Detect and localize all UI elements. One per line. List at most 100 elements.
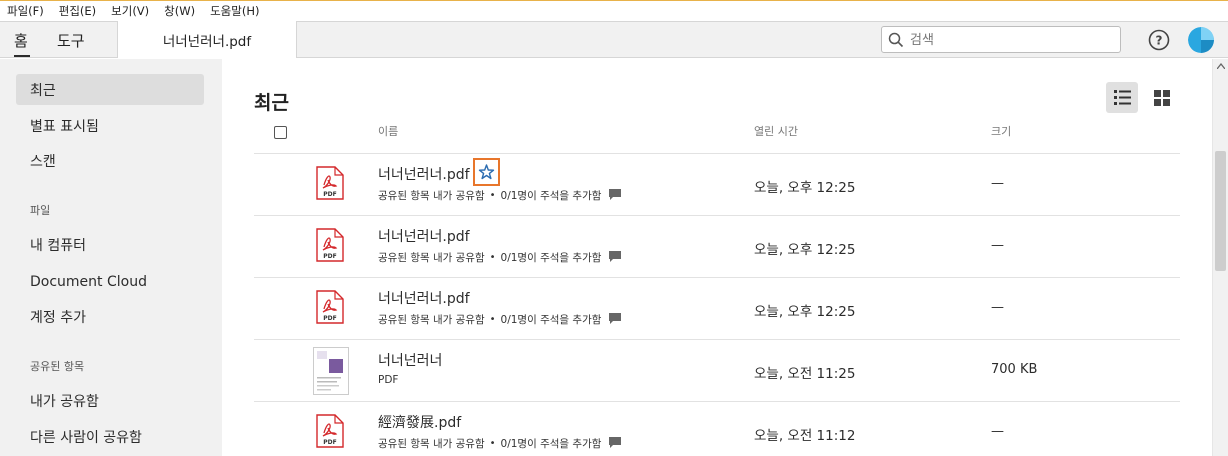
help-icon[interactable]: ? [1148, 29, 1170, 51]
avatar[interactable] [1188, 27, 1214, 53]
sidebar-item-starred[interactable]: 별표 표시됨 [16, 110, 204, 141]
tab-tools[interactable]: 도구 [57, 30, 85, 51]
sidebar-item-label: Document Cloud [30, 273, 147, 290]
pdf-icon: PDF [316, 228, 344, 266]
shared-status: 공유된 항목 내가 공유함 [378, 252, 485, 264]
file-row[interactable]: PDF 너너넌러너.pdf 공유된 항목 내가 공유함 • 0/1명이 주석을 추가함 오… [254, 153, 1180, 215]
file-subtitle: 공유된 항목 내가 공유함 • 0/1명이 주석을 추가함 [378, 436, 622, 451]
tab-bar: 홈 도구 너너넌러너.pdf ? [0, 21, 1228, 58]
file-row[interactable]: 너너넌러너 PDF 오늘, 오전 11:25 700 KB [254, 339, 1180, 401]
list-view-icon [1114, 90, 1131, 105]
page-title: 최근 [254, 92, 289, 114]
sidebar-item-recent[interactable]: 최근 [16, 74, 204, 105]
sidebar-item-label: 내 컴퓨터 [30, 237, 86, 254]
sidebar-section-shared: 공유된 항목 [30, 360, 85, 373]
svg-text:?: ? [1156, 34, 1163, 48]
file-opened-time: 오늘, 오후 12:25 [754, 242, 856, 258]
file-size: — [991, 424, 1004, 439]
sidebar-item-label: 별표 표시됨 [30, 118, 99, 135]
tab-document[interactable]: 너너넌러너.pdf [117, 21, 297, 58]
scrollbar-thumb[interactable] [1215, 151, 1226, 271]
file-opened-time: 오늘, 오전 11:25 [754, 366, 856, 382]
file-subtitle: 공유된 항목 내가 공유함 • 0/1명이 주석을 추가함 [378, 250, 622, 265]
column-header-name[interactable]: 이름 [378, 123, 398, 139]
menu-bar: 파일(F) 편집(E) 보기(V) 창(W) 도움말(H) [0, 1, 1228, 21]
sidebar-item-shared-by-me[interactable]: 내가 공유함 [16, 385, 204, 416]
sidebar-item-document-cloud[interactable]: Document Cloud [16, 266, 204, 297]
sidebar-item-scan[interactable]: 스캔 [16, 145, 204, 176]
sidebar-item-label: 스캔 [30, 153, 56, 170]
star-button[interactable] [473, 158, 500, 186]
sidebar-item-label: 내가 공유함 [30, 393, 99, 410]
menu-edit[interactable]: 편집(E) [59, 3, 96, 19]
sidebar-item-label: 다른 사람이 공유함 [30, 429, 142, 446]
menu-file[interactable]: 파일(F) [7, 3, 44, 19]
file-subtitle: 공유된 항목 내가 공유함 • 0/1명이 주석을 추가함 [378, 188, 622, 203]
main-content: 최근 이름 열린 시간 크기 PDF 너너넌러너.pdf 공유된 항목 내가 공유함… [222, 59, 1212, 456]
scroll-up-icon[interactable] [1217, 63, 1225, 69]
sidebar-section-files: 파일 [30, 204, 51, 217]
shared-status: 공유된 항목 내가 공유함 [378, 190, 485, 202]
file-name[interactable]: 너너넌러너.pdf [378, 226, 470, 246]
tab-document-label: 너너넌러너.pdf [162, 33, 252, 50]
grid-view-button[interactable] [1146, 82, 1178, 113]
menu-window[interactable]: 창(W) [164, 3, 195, 19]
separator-dot: • [489, 438, 496, 449]
file-size: 700 KB [991, 362, 1038, 377]
file-size: — [991, 238, 1004, 253]
svg-text:PDF: PDF [323, 191, 336, 198]
menu-view[interactable]: 보기(V) [111, 3, 149, 19]
file-name[interactable]: 너너넌러너.pdf [378, 288, 470, 308]
separator-dot: • [489, 190, 496, 201]
comment-count: 0/1명이 주석을 추가함 [500, 438, 602, 450]
search-input[interactable] [910, 31, 1110, 49]
sidebar: 최근 별표 표시됨 스캔 파일 내 컴퓨터 Document Cloud 계정 … [0, 59, 222, 456]
tab-home-active-indicator [14, 55, 30, 57]
sidebar-item-my-computer[interactable]: 내 컴퓨터 [16, 229, 204, 260]
sidebar-item-shared-by-others[interactable]: 다른 사람이 공유함 [16, 421, 204, 452]
svg-text:PDF: PDF [323, 253, 336, 260]
svg-text:PDF: PDF [323, 439, 336, 446]
list-view-button[interactable] [1106, 82, 1138, 113]
sidebar-item-add-account[interactable]: 계정 추가 [16, 301, 204, 332]
search-box[interactable] [881, 26, 1121, 53]
separator-dot: • [489, 252, 496, 263]
file-row[interactable]: PDF 너너넌러너.pdf 공유된 항목 내가 공유함 • 0/1명이 주석을 추가함 오… [254, 277, 1180, 339]
file-row[interactable]: PDF 經濟發展.pdf 공유된 항목 내가 공유함 • 0/1명이 주석을 추가함 오늘… [254, 401, 1180, 456]
pdf-icon: PDF [316, 414, 344, 452]
column-header-size[interactable]: 크기 [991, 123, 1011, 139]
sidebar-item-label: 최근 [30, 82, 56, 99]
file-opened-time: 오늘, 오전 11:12 [754, 428, 856, 444]
file-name[interactable]: 너너넌러너.pdf [378, 164, 470, 184]
separator-dot: • [489, 314, 496, 325]
sidebar-item-label: 계정 추가 [30, 309, 86, 326]
file-subtitle: 공유된 항목 내가 공유함 • 0/1명이 주석을 추가함 [378, 312, 622, 327]
select-all-checkbox[interactable] [274, 126, 287, 139]
comment-count: 0/1명이 주석을 추가함 [500, 314, 602, 326]
shared-status: 공유된 항목 내가 공유함 [378, 314, 485, 326]
pdf-icon: PDF [316, 290, 344, 328]
file-opened-time: 오늘, 오후 12:25 [754, 304, 856, 320]
vertical-scrollbar[interactable] [1212, 59, 1228, 456]
pdf-icon: PDF [316, 166, 344, 204]
file-size: — [991, 176, 1004, 191]
file-name[interactable]: 너너넌러너 [378, 350, 442, 370]
column-header-opened[interactable]: 열린 시간 [754, 123, 798, 139]
comment-icon [609, 312, 622, 327]
comment-count: 0/1명이 주석을 추가함 [500, 190, 602, 202]
comment-icon [609, 250, 622, 265]
file-row[interactable]: PDF 너너넌러너.pdf 공유된 항목 내가 공유함 • 0/1명이 주석을 추가함 오… [254, 215, 1180, 277]
file-type: PDF [378, 374, 399, 386]
file-name[interactable]: 經濟發展.pdf [378, 412, 461, 432]
grid-view-icon [1154, 90, 1170, 106]
svg-text:PDF: PDF [323, 315, 336, 322]
tab-home[interactable]: 홈 [14, 30, 28, 51]
file-opened-time: 오늘, 오후 12:25 [754, 180, 856, 196]
search-icon [888, 32, 904, 48]
menu-help[interactable]: 도움말(H) [210, 3, 259, 19]
star-icon [478, 164, 495, 180]
comment-count: 0/1명이 주석을 추가함 [500, 252, 602, 264]
shared-status: 공유된 항목 내가 공유함 [378, 438, 485, 450]
account-icon [1188, 27, 1214, 53]
file-thumbnail-icon [313, 347, 349, 399]
